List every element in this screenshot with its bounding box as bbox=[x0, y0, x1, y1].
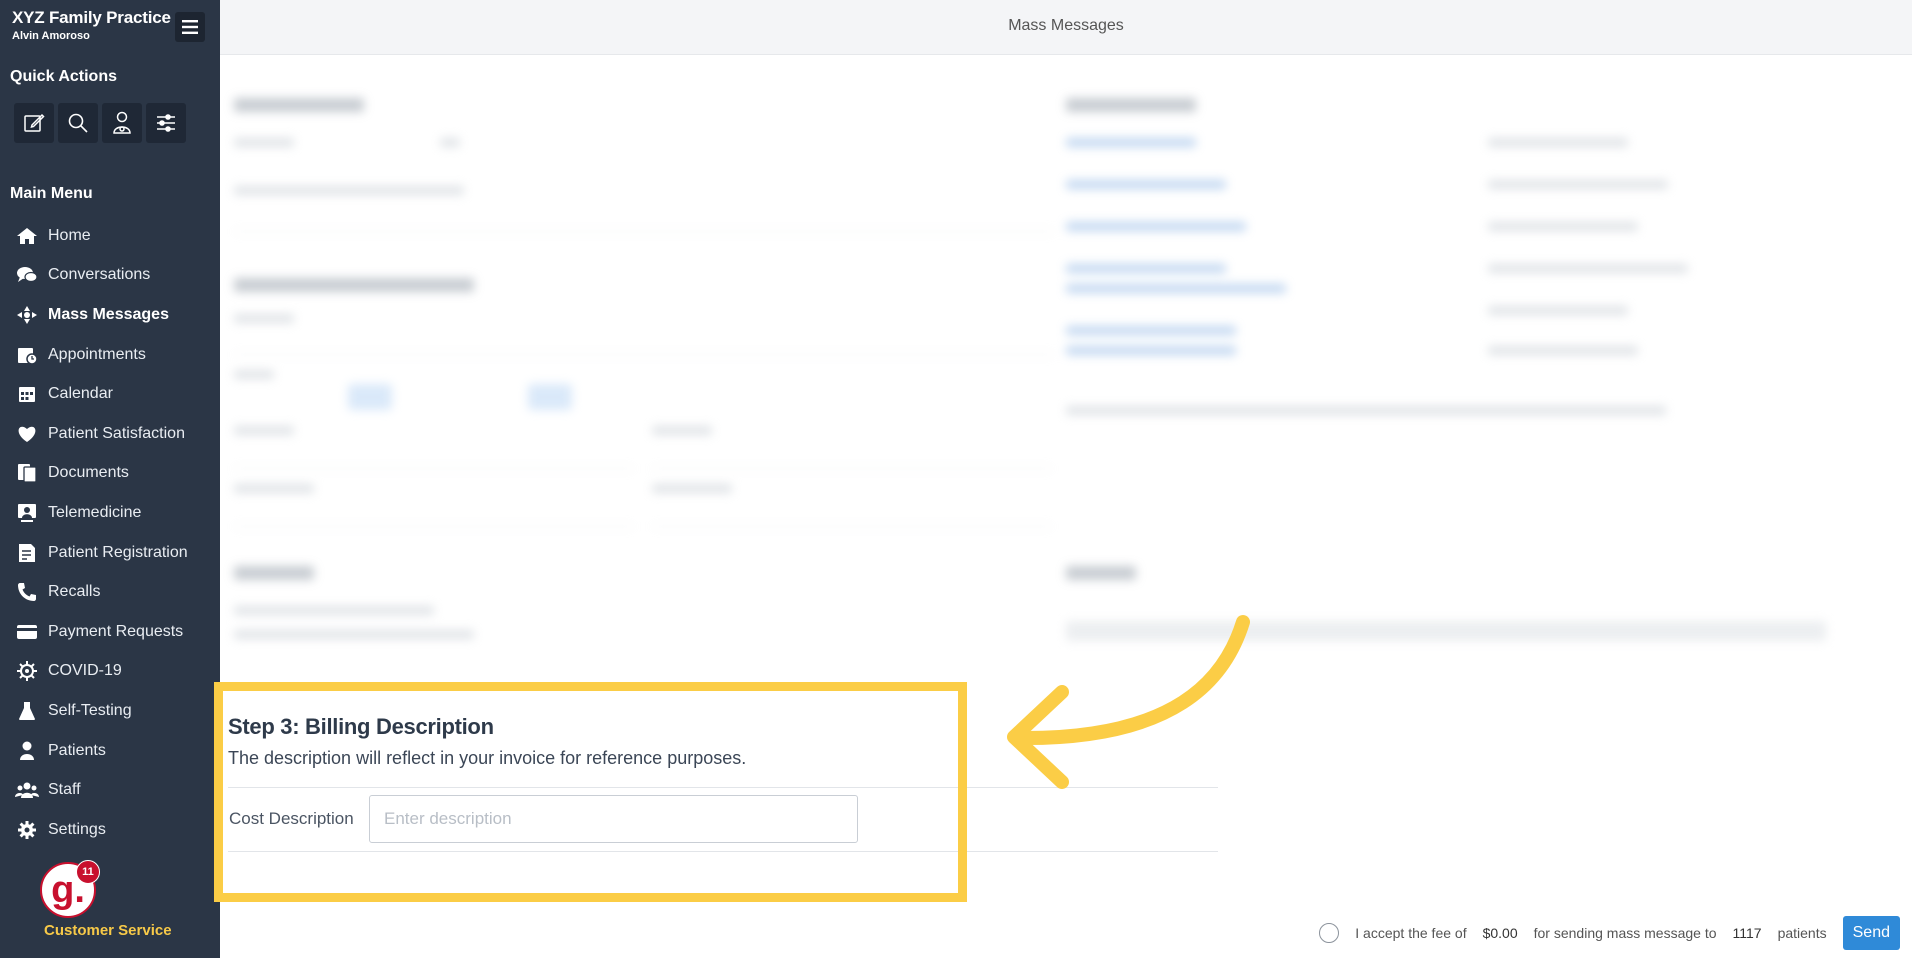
sidebar-item-staff[interactable]: Staff bbox=[0, 770, 220, 810]
notification-badge: 11 bbox=[76, 860, 100, 884]
sidebar-item-label: Patients bbox=[48, 741, 106, 759]
flask-icon bbox=[14, 700, 40, 722]
send-footer: I accept the fee of $0.00 for sending ma… bbox=[1319, 916, 1900, 950]
sidebar-item-label: Mass Messages bbox=[48, 305, 169, 323]
home-icon bbox=[14, 225, 40, 247]
main-menu: Home Conversations Mass Messages Appoint… bbox=[0, 216, 220, 850]
heart-icon bbox=[14, 423, 40, 445]
sidebar-item-payment-requests[interactable]: Payment Requests bbox=[0, 612, 220, 652]
main-menu-title: Main Menu bbox=[10, 185, 93, 202]
highlight-box bbox=[214, 682, 967, 902]
sidebar-item-label: Staff bbox=[48, 781, 81, 799]
quick-action-compose-button[interactable] bbox=[14, 103, 54, 143]
documents-icon bbox=[14, 462, 40, 484]
sidebar-item-label: COVID-19 bbox=[48, 662, 122, 680]
compose-icon bbox=[24, 113, 45, 132]
sidebar-item-covid-19[interactable]: COVID-19 bbox=[0, 652, 220, 692]
pointer-arrow-icon bbox=[1007, 615, 1250, 789]
quick-action-search-button[interactable] bbox=[58, 103, 98, 143]
virus-icon bbox=[14, 660, 40, 682]
accept-fee-text: I accept the fee of bbox=[1355, 925, 1467, 941]
sidebar-item-calendar[interactable]: Calendar bbox=[0, 374, 220, 414]
hamburger-icon bbox=[182, 20, 198, 34]
staff-icon bbox=[14, 779, 40, 801]
sidebar-item-label: Patient Satisfaction bbox=[48, 424, 185, 442]
sidebar-item-label: Conversations bbox=[48, 266, 151, 284]
page-title: Mass Messages bbox=[1008, 17, 1124, 34]
calendar-icon bbox=[14, 383, 40, 405]
sidebar-item-label: Telemedicine bbox=[48, 503, 142, 521]
send-button[interactable]: Send bbox=[1842, 916, 1900, 950]
sidebar-item-mass-messages[interactable]: Mass Messages bbox=[0, 295, 220, 335]
sidebar-item-self-testing[interactable]: Self-Testing bbox=[0, 691, 220, 731]
broadcast-icon bbox=[14, 304, 40, 326]
patient-icon bbox=[113, 111, 131, 134]
accept-fee-radio[interactable] bbox=[1319, 923, 1340, 943]
sidebar-item-conversations[interactable]: Conversations bbox=[0, 256, 220, 296]
credit-card-icon bbox=[14, 621, 40, 643]
telemedicine-icon bbox=[14, 502, 40, 524]
sidebar: XYZ Family Practice Alvin Amoroso Quick … bbox=[0, 0, 220, 958]
customer-service-link[interactable]: Customer Service bbox=[44, 922, 172, 939]
quick-actions-title: Quick Actions bbox=[10, 68, 117, 85]
top-bar: Mass Messages bbox=[220, 0, 1912, 55]
patient-count: 1117 bbox=[1732, 925, 1762, 941]
sidebar-item-patients[interactable]: Patients bbox=[0, 731, 220, 771]
sidebar-item-patient-registration[interactable]: Patient Registration bbox=[0, 533, 220, 573]
registration-icon bbox=[14, 542, 40, 564]
quick-actions bbox=[14, 103, 186, 143]
sidebar-item-settings[interactable]: Settings bbox=[0, 810, 220, 850]
search-icon bbox=[68, 113, 88, 133]
fee-amount: $0.00 bbox=[1482, 925, 1518, 941]
person-icon bbox=[14, 740, 40, 762]
sidebar-item-documents[interactable]: Documents bbox=[0, 454, 220, 494]
chat-icon bbox=[14, 264, 40, 286]
sidebar-item-home[interactable]: Home bbox=[0, 216, 220, 256]
sending-text: for sending mass message to bbox=[1533, 925, 1717, 941]
sidebar-item-label: Settings bbox=[48, 820, 106, 838]
phone-icon bbox=[14, 581, 40, 603]
practice-name: XYZ Family Practice bbox=[12, 8, 171, 27]
patients-text: patients bbox=[1777, 925, 1827, 941]
sidebar-item-recalls[interactable]: Recalls bbox=[0, 572, 220, 612]
sidebar-item-appointments[interactable]: Appointments bbox=[0, 335, 220, 375]
brand: XYZ Family Practice Alvin Amoroso bbox=[12, 8, 171, 42]
sidebar-item-label: Payment Requests bbox=[48, 622, 184, 640]
hamburger-menu-button[interactable] bbox=[175, 12, 205, 42]
sidebar-item-label: Calendar bbox=[48, 385, 113, 403]
quick-action-patient-button[interactable] bbox=[102, 103, 142, 143]
sliders-icon bbox=[157, 114, 175, 132]
quick-action-filters-button[interactable] bbox=[146, 103, 186, 143]
sidebar-item-label: Recalls bbox=[48, 583, 101, 601]
appointment-icon bbox=[14, 344, 40, 366]
sidebar-item-label: Patient Registration bbox=[48, 543, 188, 561]
sidebar-item-label: Home bbox=[48, 226, 91, 244]
sidebar-item-label: Appointments bbox=[48, 345, 146, 363]
sidebar-item-label: Documents bbox=[48, 464, 129, 482]
sidebar-item-patient-satisfaction[interactable]: Patient Satisfaction bbox=[0, 414, 220, 454]
sidebar-item-telemedicine[interactable]: Telemedicine bbox=[0, 493, 220, 533]
sidebar-item-label: Self-Testing bbox=[48, 701, 132, 719]
gear-icon bbox=[14, 819, 40, 841]
user-name: Alvin Amoroso bbox=[12, 30, 90, 42]
